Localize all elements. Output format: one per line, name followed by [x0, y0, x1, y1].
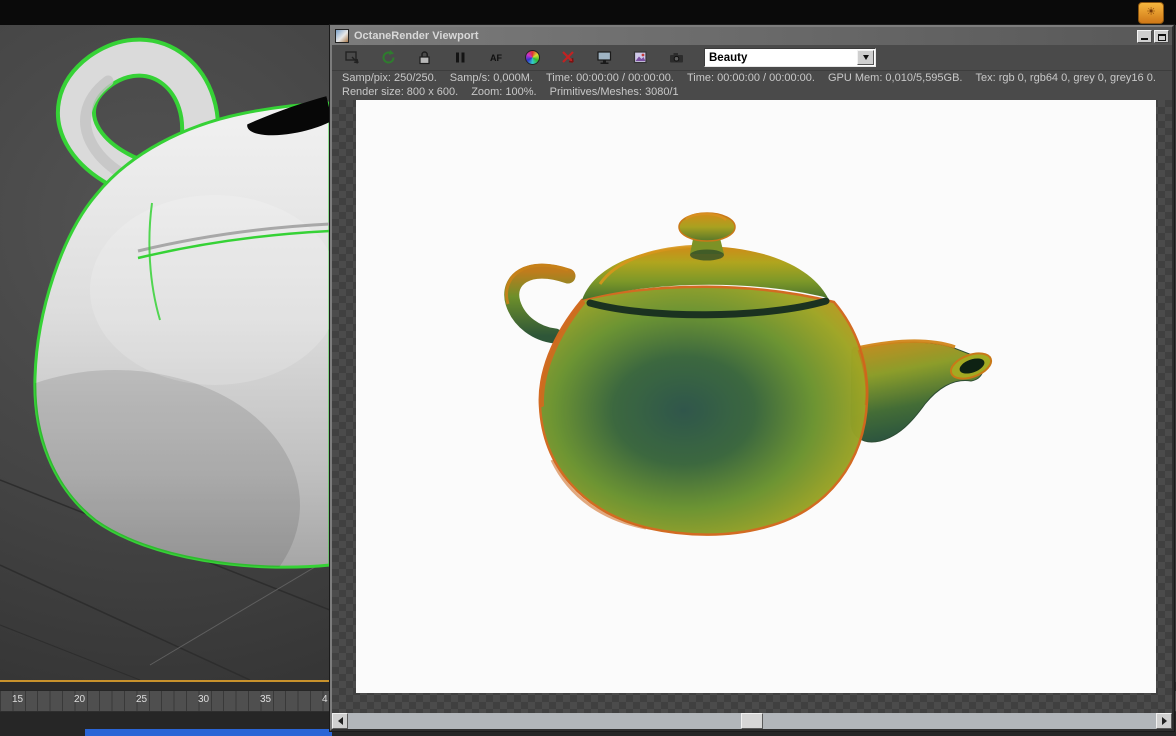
scroll-left-icon: [337, 717, 343, 725]
window-title: OctaneRender Viewport: [354, 30, 479, 42]
teapot-render: [504, 212, 993, 536]
pause-render-button[interactable]: [448, 48, 472, 68]
restart-render-button[interactable]: [376, 48, 400, 68]
maximize-button[interactable]: [1154, 29, 1169, 43]
render-area: [332, 100, 1172, 713]
white-balance-icon: [524, 50, 540, 65]
stat-zoom: Zoom: 100%.: [471, 86, 537, 98]
scrollbar-thumb[interactable]: [741, 713, 763, 729]
render-teapot-body: [538, 285, 869, 536]
octane-app-icon: [335, 29, 349, 43]
knob-shadow: [690, 249, 724, 261]
stat-samp-s: Samp/s: 0,000M.: [449, 72, 533, 84]
stat-tex: Tex: rgb 0, rgb64 0, grey 0, grey16 0.: [975, 72, 1156, 84]
timeline-tick-label: 4: [322, 694, 328, 705]
octane-toolbar: AF Beauty: [332, 45, 1172, 71]
stat-time2: Time: 00:00:00 / 00:00:00.: [686, 72, 815, 84]
stat-primitives: Primitives/Meshes: 3080/1: [549, 86, 679, 98]
render-pass-select[interactable]: Beauty: [704, 48, 876, 67]
stat-render-size: Render size: 800 x 600.: [342, 86, 459, 98]
save-image-icon: [633, 51, 647, 64]
display-button[interactable]: [592, 48, 616, 68]
timeline-tick-label: 30: [198, 694, 210, 705]
scrollbar-track[interactable]: [348, 713, 1156, 729]
sun-icon[interactable]: ☀: [1138, 2, 1164, 24]
max-viewport[interactable]: [0, 25, 349, 682]
camera-button[interactable]: [664, 48, 688, 68]
scroll-left-button[interactable]: [332, 713, 348, 729]
stat-gpu-mem: GPU Mem: 0,010/5,595GB.: [827, 72, 963, 84]
render-stats-line1: Samp/pix: 250/250. Samp/s: 0,000M. Time: 0…: [332, 71, 1172, 86]
render-canvas[interactable]: [356, 100, 1156, 693]
maximize-icon: [1157, 33, 1166, 41]
red-cross-arrows-icon: [561, 51, 574, 63]
stat-time1: Time: 00:00:00 / 00:00:00.: [545, 72, 674, 84]
timeline-tick-label: 25: [136, 694, 148, 705]
minimize-icon: [1141, 37, 1148, 40]
grid-line: [0, 624, 141, 681]
lock-icon: [418, 51, 430, 65]
pick-region-icon: [344, 51, 359, 64]
top-bar: ☀: [0, 0, 1176, 25]
octane-titlebar[interactable]: OctaneRender Viewport: [332, 27, 1172, 45]
autofocus-button[interactable]: AF: [484, 48, 508, 68]
horizontal-scrollbar[interactable]: [332, 713, 1172, 729]
octane-window: OctaneRender Viewport AF Beauty Samp/pix…: [329, 24, 1175, 732]
pause-icon: [455, 52, 464, 63]
teapot-model-3d[interactable]: [0, 25, 349, 681]
chevron-down-icon[interactable]: [857, 50, 874, 65]
reset-view-button[interactable]: [556, 48, 580, 68]
body-highlight: [90, 195, 330, 385]
desktop: ☀ 15 20 25 30 35 4 OctaneRender Viewport…: [0, 0, 1176, 736]
pick-region-button[interactable]: [340, 48, 364, 68]
restart-render-icon: [382, 50, 395, 64]
lock-resolution-button[interactable]: [412, 48, 436, 68]
render-teapot-handle: [504, 263, 576, 344]
camera-icon: [669, 53, 683, 63]
minimize-button[interactable]: [1137, 29, 1152, 43]
scroll-right-icon: [1161, 717, 1167, 725]
render-pass-value: Beauty: [709, 51, 748, 64]
timeline-tick-label: 35: [260, 694, 272, 705]
white-balance-button[interactable]: [520, 48, 544, 68]
autofocus-icon: AF: [490, 52, 502, 63]
monitor-icon: [596, 51, 611, 64]
grid-line: [0, 564, 251, 681]
timeline-tick-label: 15: [12, 694, 24, 705]
timeline-tick-label: 20: [74, 694, 86, 705]
render-stats-line2: Render size: 800 x 600. Zoom: 100%. Primit…: [332, 86, 1172, 100]
stat-samp-pix: Samp/pix: 250/250.: [342, 72, 437, 84]
save-image-button[interactable]: [628, 48, 652, 68]
taskbar-fragment[interactable]: [85, 729, 332, 736]
scroll-right-button[interactable]: [1156, 713, 1172, 729]
